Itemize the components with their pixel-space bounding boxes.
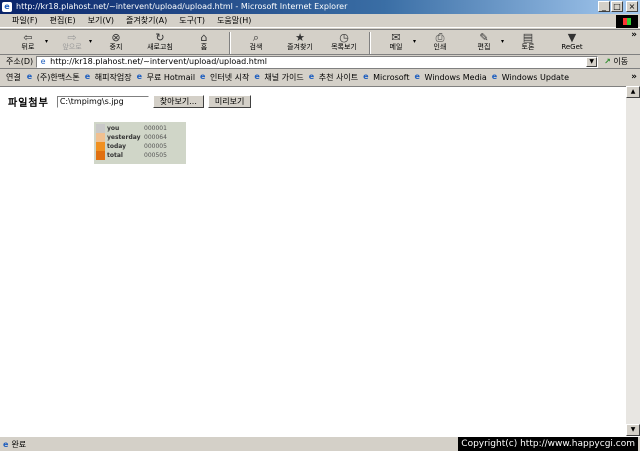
browse-button[interactable]: 찾아보기... [152, 95, 204, 108]
back-arrow-icon: ⇦ [23, 31, 33, 44]
mail-icon: ✉ [391, 31, 401, 44]
upload-form: 파일첨부 C:\tmpimg\s.jpg 찾아보기... 미리보기 [8, 94, 255, 109]
link-item[interactable]: e (주)한맥스톤 [27, 72, 80, 83]
links-more-chevron-icon[interactable]: » [631, 72, 637, 82]
dropdown-arrow-icon[interactable]: ▾ [413, 38, 416, 45]
ie-page-icon: e [136, 72, 143, 81]
favorites-icon: ★ [295, 31, 305, 44]
menu-favorites[interactable]: 즐겨찾기(A) [120, 14, 173, 28]
counter-row-yesterday: yesterday 000064 [96, 133, 184, 142]
toolbar-separator [229, 32, 231, 54]
menu-help[interactable]: 도움말(H) [211, 14, 257, 28]
favorites-button[interactable]: ★ 즐겨찾기 [278, 30, 322, 55]
print-icon: ⎙ [435, 31, 445, 44]
menu-tools[interactable]: 도구(T) [173, 14, 211, 28]
menu-view[interactable]: 보기(V) [82, 14, 120, 28]
refresh-icon: ↻ [155, 31, 165, 44]
scroll-down-icon[interactable]: ▼ [626, 424, 640, 436]
ie-page-icon: e [414, 72, 420, 81]
ie-icon: e [2, 2, 12, 12]
home-icon: ⌂ [200, 31, 208, 44]
vertical-scrollbar[interactable]: ▲ ▼ [626, 86, 640, 436]
link-item[interactable]: e Windows Update [492, 73, 569, 82]
preview-button[interactable]: 미리보기 [207, 95, 252, 108]
link-item[interactable]: e 추천 사이트 [309, 72, 358, 83]
page-icon: e [40, 56, 46, 66]
ie-page-icon: e [3, 439, 9, 449]
minimize-button[interactable]: _ [598, 1, 610, 12]
forward-arrow-icon: ⇨ [67, 31, 77, 44]
ie-page-icon: e [200, 72, 206, 81]
page-content: 파일첨부 C:\tmpimg\s.jpg 찾아보기... 미리보기 you 00… [0, 86, 626, 436]
ie-page-icon: e [363, 72, 369, 81]
link-item[interactable]: e 인터넷 시작 [200, 72, 249, 83]
address-label: 주소(D) [6, 57, 34, 66]
go-arrow-icon: ↗ [604, 57, 611, 66]
address-url: http://kr18.plahost.net/~intervent/uploa… [50, 56, 267, 66]
go-button[interactable]: ↗ 이동 [604, 56, 628, 67]
counter-row-total: total 000505 [96, 151, 184, 160]
visitor-counter: you 000001 yesterday 000064 today 000005… [94, 122, 186, 164]
discuss-icon: ▤ [522, 31, 534, 44]
menu-bar: 파일(F) 편집(E) 보기(V) 즐겨찾기(A) 도구(T) 도움말(H) [0, 14, 640, 28]
link-item[interactable]: e Windows Media [414, 73, 486, 82]
refresh-button[interactable]: ↻ 새로고침 [138, 30, 182, 55]
counter-swatch [96, 133, 105, 142]
link-item[interactable]: e 무료 Hotmail [137, 72, 195, 83]
stop-icon: ⊗ [111, 31, 121, 44]
links-label: 연결 [6, 72, 21, 82]
menu-edit[interactable]: 편집(E) [44, 14, 82, 28]
ie-page-icon: e [308, 72, 315, 81]
links-bar: 연결 e (주)한맥스톤 e 해피작업장 e 무료 Hotmail e 인터넷 시작 e… [0, 70, 640, 84]
counter-row-you: you 000001 [96, 124, 184, 133]
dropdown-arrow-icon[interactable]: ▾ [89, 38, 92, 45]
ie-page-icon: e [26, 72, 33, 81]
title-bar: e http://kr18.plahost.net/~intervent/upl… [0, 0, 640, 14]
toolbar-separator [369, 32, 371, 54]
ie-page-icon: e [84, 72, 91, 81]
address-input[interactable]: e http://kr18.plahost.net/~intervent/upl… [36, 55, 599, 68]
counter-swatch [96, 151, 105, 160]
counter-row-today: today 000005 [96, 142, 184, 151]
link-item[interactable]: e 해피작업장 [85, 72, 132, 83]
edit-icon: ✎ [479, 31, 489, 44]
toolbar: ⇦ 뒤로 ▾ ⇨ 앞으로 ▾ ⊗ 중지 ↻ 새로고침 ⌂ 홈 ⌕ 검색 ★ 즐겨… [0, 29, 640, 55]
link-item[interactable]: e 채널 가이드 [254, 72, 303, 83]
reget-icon: ▼ [567, 31, 577, 44]
toolbar-more-chevron-icon[interactable]: » [631, 30, 637, 40]
file-attach-label: 파일첨부 [8, 98, 49, 109]
copyright-overlay: Copyright(c) http://www.happycgi.com [458, 437, 638, 451]
dropdown-arrow-icon[interactable]: ▾ [501, 38, 504, 45]
window-title: http://kr18.plahost.net/~intervent/uploa… [16, 2, 348, 11]
file-path-input[interactable]: C:\tmpimg\s.jpg [56, 95, 149, 108]
history-button[interactable]: ◷ 목록보기 [322, 30, 366, 55]
reget-button[interactable]: ▼ ReGet [550, 30, 594, 55]
address-dropdown-icon[interactable]: ▼ [586, 56, 598, 67]
windows-logo-icon [616, 15, 638, 28]
close-button[interactable]: × [626, 1, 638, 12]
search-icon: ⌕ [252, 31, 260, 44]
ie-page-icon: e [254, 72, 260, 81]
home-button[interactable]: ⌂ 홈 [182, 30, 226, 55]
maximize-button[interactable]: □ [611, 1, 623, 12]
counter-swatch [96, 124, 105, 133]
edit-button[interactable]: ✎ 편집 ▾ [462, 30, 506, 55]
dropdown-arrow-icon[interactable]: ▾ [45, 38, 48, 45]
window-controls: _ □ × [598, 1, 638, 12]
print-button[interactable]: ⎙ 인쇄 [418, 30, 462, 55]
back-button[interactable]: ⇦ 뒤로 ▾ [6, 30, 50, 55]
scroll-up-icon[interactable]: ▲ [626, 86, 640, 98]
search-button[interactable]: ⌕ 검색 [234, 30, 278, 55]
history-icon: ◷ [339, 31, 349, 44]
mail-button[interactable]: ✉ 메일 ▾ [374, 30, 418, 55]
link-item[interactable]: e Microsoft [363, 73, 409, 82]
address-bar: 주소(D) e http://kr18.plahost.net/~interve… [0, 55, 640, 69]
status-text: e 완료 [3, 439, 27, 449]
ie-page-icon: e [491, 72, 498, 81]
forward-button[interactable]: ⇨ 앞으로 ▾ [50, 30, 94, 55]
stop-button[interactable]: ⊗ 중지 [94, 30, 138, 55]
menu-file[interactable]: 파일(F) [6, 14, 44, 28]
discuss-button[interactable]: ▤ 토론 [506, 30, 550, 55]
counter-swatch [96, 142, 105, 151]
